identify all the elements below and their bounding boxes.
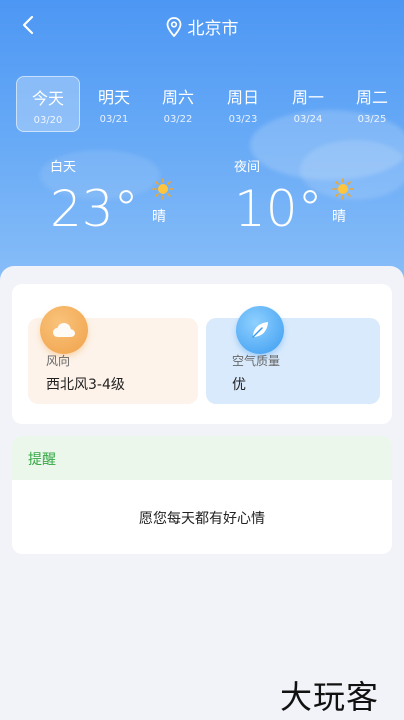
- reminder-title: 提醒: [28, 452, 56, 468]
- night-temperature: 10°: [234, 180, 323, 238]
- wind-cloud-icon: [40, 306, 88, 354]
- night-condition: 晴: [332, 209, 346, 225]
- air-quality-value: 优: [232, 377, 246, 393]
- day-forecast: 白天 23° 晴: [50, 156, 190, 246]
- location-pin-icon: [166, 17, 181, 37]
- day-condition: 晴: [152, 209, 166, 225]
- wind-tile: 风向 西北风3-4级: [28, 306, 198, 404]
- leaf-icon: [236, 306, 284, 354]
- reminder-card: 提醒 愿您每天都有好心情: [12, 436, 392, 554]
- day-temperature: 23°: [50, 180, 139, 238]
- day-tab-date: 03/20: [33, 115, 63, 126]
- night-label: 夜间: [234, 160, 261, 175]
- city-name: 北京市: [187, 19, 239, 39]
- day-tab-date: 03/21: [99, 114, 129, 125]
- wind-value: 西北风3-4级: [46, 377, 125, 393]
- day-tab-date: 03/23: [228, 114, 258, 125]
- weather-hero: 北京市 今天 03/20 明天 03/21 周六 03/22 周日 03/23 …: [0, 0, 404, 300]
- day-label: 白天: [50, 160, 77, 175]
- day-tab-date: 03/22: [163, 114, 193, 125]
- watermark: 大玩客: [280, 678, 380, 716]
- sun-icon: [152, 178, 174, 200]
- day-tab-date: 03/24: [293, 114, 323, 125]
- day-tab[interactable]: 周二 03/25: [340, 76, 404, 132]
- day-tab[interactable]: 周日 03/23: [211, 76, 275, 132]
- day-tabs: 今天 03/20 明天 03/21 周六 03/22 周日 03/23 周一 0…: [16, 76, 404, 132]
- day-tab[interactable]: 今天 03/20: [16, 76, 80, 132]
- top-bar: 北京市: [0, 0, 404, 52]
- location-title[interactable]: 北京市: [0, 14, 404, 39]
- night-forecast: 夜间 10° 晴: [234, 156, 374, 246]
- wind-label: 风向: [46, 354, 71, 368]
- air-quality-label: 空气质量: [232, 354, 281, 368]
- day-tab[interactable]: 周一 03/24: [276, 76, 340, 132]
- day-tab-name: 周二: [355, 88, 388, 107]
- day-tab-date: 03/25: [357, 114, 387, 125]
- day-tab-name: 周一: [291, 88, 324, 107]
- reminder-message: 愿您每天都有好心情: [139, 511, 265, 527]
- sun-icon: [332, 178, 354, 200]
- day-tab[interactable]: 明天 03/21: [82, 76, 146, 132]
- day-tab-name: 明天: [97, 88, 130, 107]
- reminder-header: 提醒: [12, 436, 392, 480]
- day-tab-name: 今天: [31, 89, 64, 108]
- day-tab-name: 周六: [161, 88, 194, 107]
- air-quality-tile: 空气质量 优: [206, 306, 380, 404]
- day-tab-name: 周日: [226, 88, 259, 107]
- day-tab[interactable]: 周六 03/22: [146, 76, 210, 132]
